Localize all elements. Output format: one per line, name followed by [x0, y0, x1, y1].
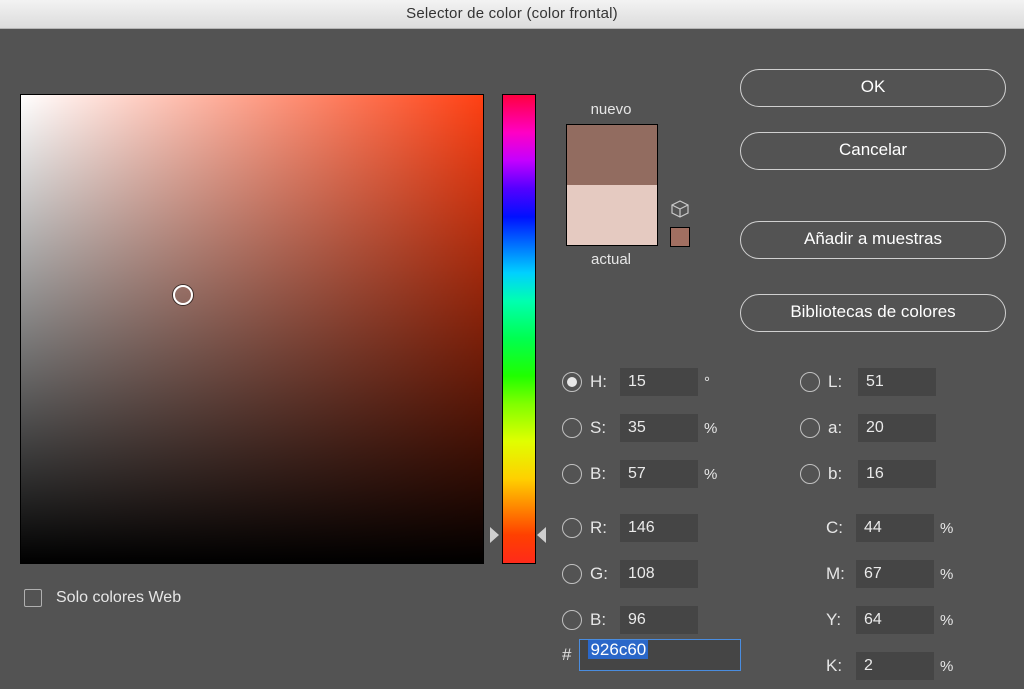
hue-slider[interactable]	[502, 94, 536, 564]
cancel-button[interactable]: Cancelar	[740, 132, 1006, 170]
blue-radio[interactable]	[562, 610, 582, 630]
h-label: H:	[590, 372, 620, 392]
current-color-swatch[interactable]	[567, 185, 657, 245]
k-unit: %	[940, 658, 962, 675]
s-input[interactable]	[620, 414, 698, 442]
L-input[interactable]	[858, 368, 936, 396]
brightness-radio[interactable]	[562, 464, 582, 484]
m-unit: %	[940, 566, 962, 583]
hue-handle-right-icon[interactable]	[537, 527, 546, 543]
checkbox-box-icon[interactable]	[24, 589, 42, 607]
lab-b-radio[interactable]	[800, 464, 820, 484]
y-input[interactable]	[856, 606, 934, 634]
lab-b-label: b:	[828, 464, 858, 484]
gamut-warning-cube-icon[interactable]	[670, 199, 690, 219]
web-safe-only-checkbox[interactable]: Solo colores Web	[24, 589, 181, 607]
b-unit: %	[704, 466, 726, 483]
b-input[interactable]	[620, 460, 698, 488]
c-label: C:	[826, 518, 856, 538]
b-label: B:	[590, 464, 620, 484]
L-label: L:	[828, 372, 858, 392]
g-input[interactable]	[620, 560, 698, 588]
red-radio[interactable]	[562, 518, 582, 538]
not-web-safe-swatch-icon[interactable]	[670, 227, 690, 247]
m-label: M:	[826, 564, 856, 584]
new-color-swatch	[567, 125, 657, 185]
h-input[interactable]	[620, 368, 698, 396]
s-unit: %	[704, 420, 726, 437]
ok-button[interactable]: OK	[740, 69, 1006, 107]
window-title: Selector de color (color frontal)	[0, 0, 1024, 29]
y-unit: %	[940, 612, 962, 629]
y-label: Y:	[826, 610, 856, 630]
saturation-value-field[interactable]	[20, 94, 484, 564]
hue-handle-left-icon[interactable]	[490, 527, 499, 543]
h-unit: °	[704, 374, 726, 391]
a-input[interactable]	[858, 414, 936, 442]
color-swatches	[566, 124, 658, 246]
hue-radio[interactable]	[562, 372, 582, 392]
green-radio[interactable]	[562, 564, 582, 584]
lightness-radio[interactable]	[800, 372, 820, 392]
lab-a-radio[interactable]	[800, 418, 820, 438]
blue-label: B:	[590, 610, 620, 630]
blue-input[interactable]	[620, 606, 698, 634]
new-color-label: nuevo	[566, 101, 656, 118]
g-label: G:	[590, 564, 620, 584]
lab-b-input[interactable]	[858, 460, 936, 488]
hex-hash-label: #	[562, 645, 571, 665]
web-safe-only-label: Solo colores Web	[56, 589, 181, 607]
m-input[interactable]	[856, 560, 934, 588]
k-input[interactable]	[856, 652, 934, 680]
c-input[interactable]	[856, 514, 934, 542]
add-to-swatches-button[interactable]: Añadir a muestras	[740, 221, 1006, 259]
s-label: S:	[590, 418, 620, 438]
c-unit: %	[940, 520, 962, 537]
sv-cursor[interactable]	[173, 285, 193, 305]
saturation-radio[interactable]	[562, 418, 582, 438]
color-libraries-button[interactable]: Bibliotecas de colores	[740, 294, 1006, 332]
r-label: R:	[590, 518, 620, 538]
r-input[interactable]	[620, 514, 698, 542]
hex-input[interactable]: 926c60	[579, 639, 741, 671]
a-label: a:	[828, 418, 858, 438]
k-label: K:	[826, 656, 856, 676]
current-color-label: actual	[566, 251, 656, 268]
